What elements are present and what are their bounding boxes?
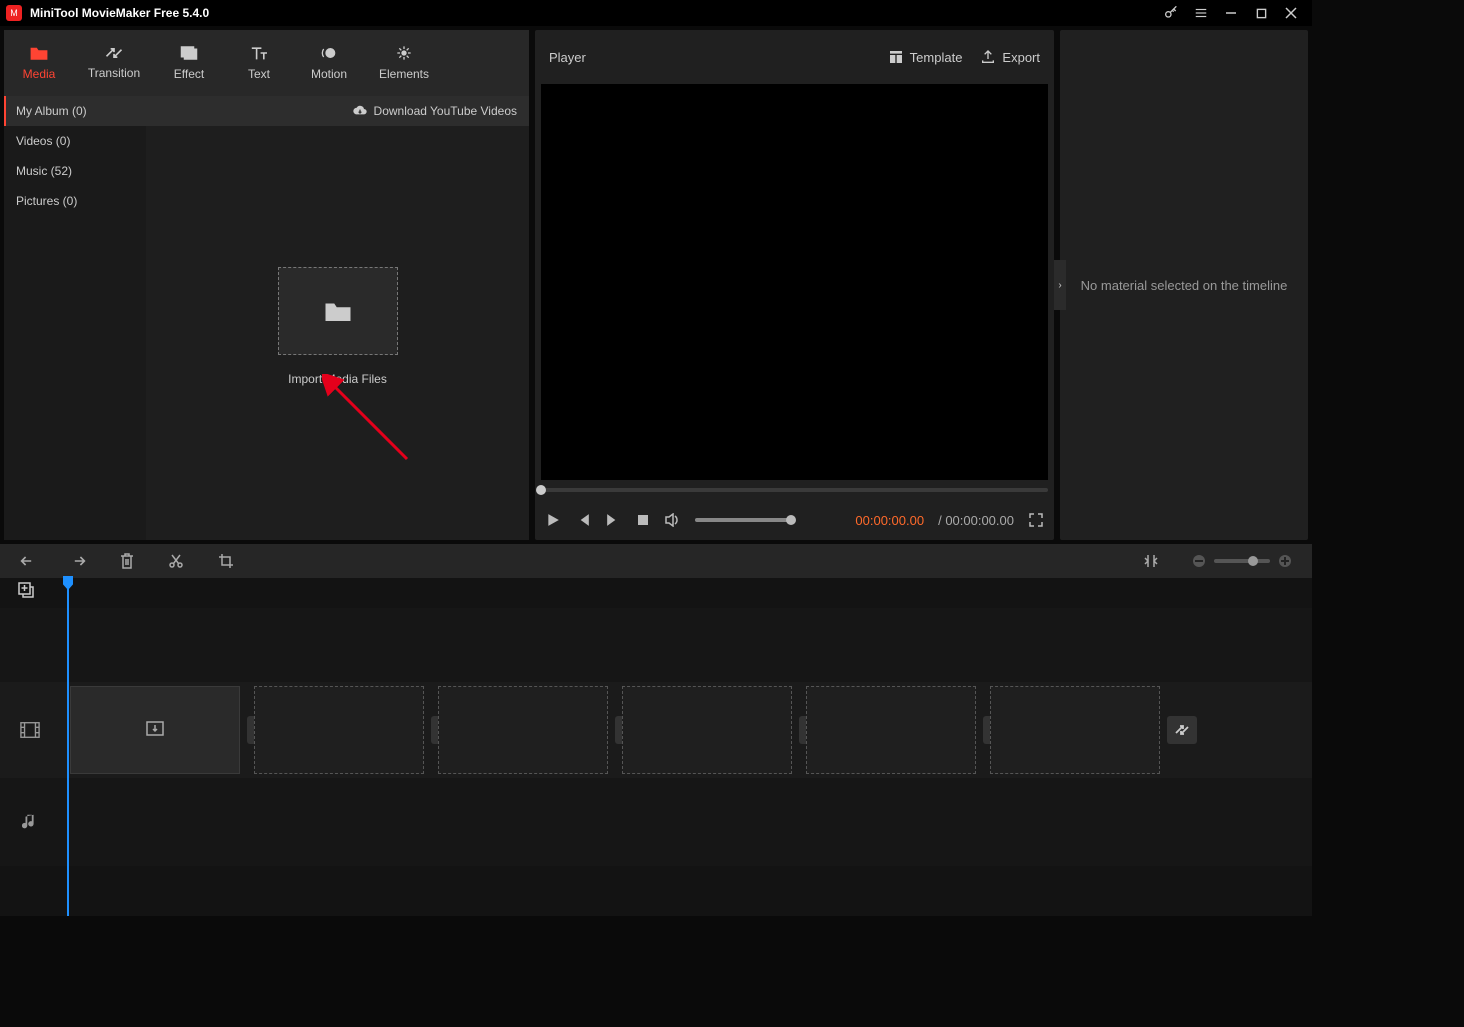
video-track[interactable] [0, 682, 1312, 778]
scrub-bar[interactable] [535, 480, 1054, 500]
crop-button[interactable] [218, 553, 234, 569]
zoom-in-button[interactable] [1278, 554, 1292, 568]
total-timecode: / 00:00:00.00 [938, 513, 1014, 528]
media-area: Download YouTube Videos Import Media Fil… [146, 96, 529, 540]
clip-placeholder[interactable] [438, 686, 608, 774]
clip-placeholder[interactable] [70, 686, 240, 774]
sidebar-item-my-album[interactable]: My Album (0) [4, 96, 146, 126]
split-button[interactable] [168, 553, 184, 569]
sidebar-item-pictures[interactable]: Pictures (0) [4, 186, 146, 216]
app-title: MiniTool MovieMaker Free 5.4.0 [30, 6, 209, 20]
cloud-download-icon [352, 105, 368, 117]
timeline-toolbar [0, 544, 1312, 578]
next-frame-button[interactable] [605, 513, 621, 527]
preview-viewport[interactable] [541, 84, 1048, 480]
player-controls: 00:00:00.00 / 00:00:00.00 [535, 500, 1054, 540]
inspector-empty-message: No material selected on the timeline [1071, 278, 1298, 293]
annotation-arrow [322, 374, 422, 474]
tab-label: Effect [174, 67, 204, 81]
delete-button[interactable] [120, 553, 134, 569]
fullscreen-button[interactable] [1028, 513, 1044, 527]
tab-motion[interactable]: Motion [294, 30, 364, 96]
media-sidebar: My Album (0) Videos (0) Music (52) Pictu… [4, 96, 146, 540]
import-media-button[interactable] [278, 267, 398, 355]
menu-button[interactable] [1186, 0, 1216, 26]
clip-placeholder[interactable] [622, 686, 792, 774]
scrub-thumb[interactable] [536, 485, 546, 495]
volume-button[interactable] [665, 513, 681, 527]
app-logo-icon: M [6, 5, 22, 21]
tab-label: Text [248, 67, 270, 81]
play-button[interactable] [545, 513, 561, 527]
redo-button[interactable] [70, 554, 86, 568]
media-panel: Media Transition Effect Text Motion Elem… [4, 30, 529, 540]
template-icon [888, 49, 904, 65]
tab-media[interactable]: Media [4, 30, 74, 96]
zoom-control [1192, 554, 1292, 568]
tab-label: Motion [311, 67, 347, 81]
inspector-panel: › No material selected on the timeline [1060, 30, 1308, 540]
folder-icon [323, 298, 353, 324]
template-button[interactable]: Template [888, 49, 963, 65]
current-timecode: 00:00:00.00 [855, 513, 924, 528]
sidebar-item-music[interactable]: Music (52) [4, 156, 146, 186]
video-track-icon [20, 721, 40, 739]
maximize-button[interactable] [1246, 0, 1276, 26]
sidebar-item-videos[interactable]: Videos (0) [4, 126, 146, 156]
volume-slider[interactable] [695, 518, 791, 522]
stop-button[interactable] [635, 514, 651, 526]
timeline-ruler[interactable] [0, 578, 1312, 608]
zoom-fit-button[interactable] [1144, 553, 1158, 569]
collapse-inspector-button[interactable]: › [1054, 260, 1066, 310]
add-track-button[interactable] [18, 582, 34, 598]
download-youtube-button[interactable]: Download YouTube Videos [146, 96, 529, 126]
tab-label: Transition [88, 66, 140, 80]
audio-track-icon [22, 813, 38, 831]
export-button[interactable]: Export [980, 49, 1040, 65]
player-panel: Player Template Export 00:00:00.00 / 0 [535, 30, 1054, 540]
drop-here-icon [146, 721, 164, 739]
tab-effect[interactable]: Effect [154, 30, 224, 96]
playhead[interactable] [67, 578, 69, 916]
clip-placeholder[interactable] [254, 686, 424, 774]
undo-button[interactable] [20, 554, 36, 568]
tab-label: Elements [379, 67, 429, 81]
tab-label: Media [23, 67, 56, 81]
main-tabs: Media Transition Effect Text Motion Elem… [4, 30, 529, 96]
clip-placeholder[interactable] [990, 686, 1160, 774]
text-track[interactable] [0, 608, 1312, 682]
minimize-button[interactable] [1216, 0, 1246, 26]
zoom-out-button[interactable] [1192, 554, 1206, 568]
prev-frame-button[interactable] [575, 513, 591, 527]
player-title: Player [549, 50, 586, 65]
tab-transition[interactable]: Transition [74, 30, 154, 96]
audio-track[interactable] [0, 778, 1312, 866]
tab-elements[interactable]: Elements [364, 30, 444, 96]
close-button[interactable] [1276, 0, 1306, 26]
timeline [0, 578, 1312, 916]
titlebar: M MiniTool MovieMaker Free 5.4.0 [0, 0, 1312, 26]
zoom-slider[interactable] [1214, 559, 1270, 563]
upgrade-key-button[interactable] [1156, 0, 1186, 26]
clip-placeholder[interactable] [806, 686, 976, 774]
transition-slot[interactable] [1167, 716, 1197, 744]
export-icon [980, 49, 996, 65]
tab-text[interactable]: Text [224, 30, 294, 96]
